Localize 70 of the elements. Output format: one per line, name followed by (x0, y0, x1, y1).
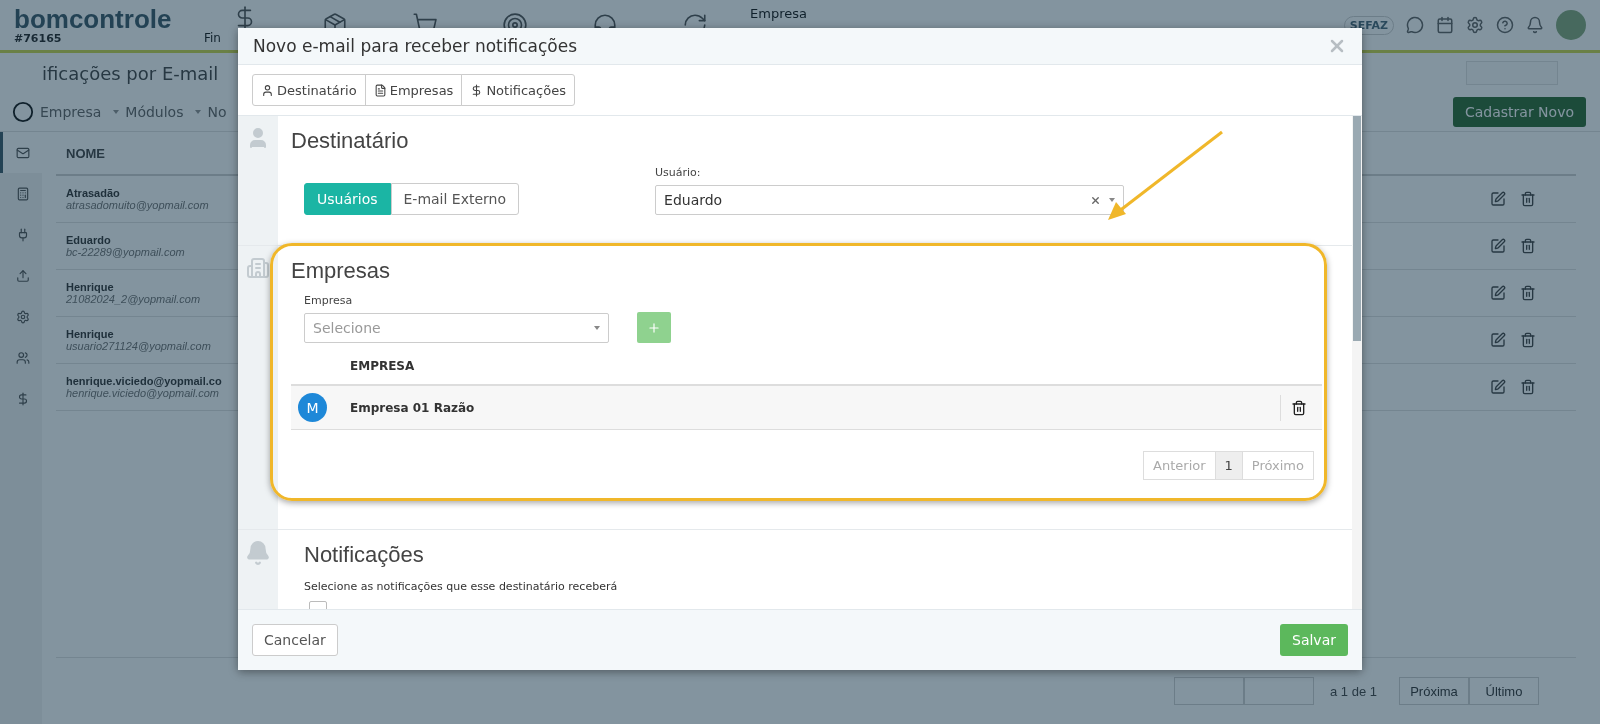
section-title: Notificações (304, 542, 425, 568)
chat-icon[interactable] (1406, 16, 1424, 34)
avatar[interactable] (1556, 10, 1586, 40)
recipient-name: Henrique (66, 281, 114, 293)
file-icon (373, 83, 387, 97)
bell-icon[interactable] (1526, 16, 1544, 34)
calendar-icon[interactable] (1436, 16, 1454, 34)
company-name: Empresa 01 Razão (350, 400, 476, 415)
section-title: Empresas (291, 258, 392, 284)
page-title: ificações por E-mail (42, 62, 219, 84)
field-label: Usuário: (655, 166, 702, 179)
edit-icon[interactable] (1490, 191, 1506, 207)
page-button[interactable]: Último (1469, 677, 1539, 705)
recipient-email: usuario271124@yopmail.com (66, 340, 211, 352)
sidebar-item[interactable] (0, 132, 42, 173)
recipient-name: Atrasadão (66, 187, 120, 199)
field-label: Empresa (304, 294, 354, 307)
settings-icon[interactable] (1466, 16, 1484, 34)
save-button[interactable]: Salvar (1280, 624, 1348, 656)
filter-dropdown[interactable]: Empresa (40, 104, 102, 120)
page-button[interactable]: Próxima (1399, 677, 1469, 705)
column-header: NOME (66, 145, 105, 161)
users-icon (15, 350, 30, 365)
building-icon (246, 256, 270, 280)
filter-dropdown[interactable]: No (207, 104, 227, 120)
recipient-email: atrasadomuito@yopmail.com (66, 199, 209, 211)
plus-icon (647, 320, 661, 335)
cancel-button[interactable]: Cancelar (252, 624, 338, 656)
account-id: #76165 (14, 31, 63, 45)
section-tab[interactable]: Destinatário (252, 74, 366, 106)
edit-icon[interactable] (1490, 379, 1506, 395)
register-button[interactable]: Cadastrar Novo (1452, 97, 1586, 127)
section-description: Selecione as notificações que esse destinatário receberá (304, 580, 619, 593)
mail-icon (15, 145, 30, 160)
clear-icon[interactable] (1090, 194, 1102, 206)
bell-icon (245, 540, 271, 566)
company-avatar: M (298, 393, 327, 422)
help-icon[interactable] (1496, 16, 1514, 34)
company-select[interactable]: Selecione (304, 313, 609, 343)
type-toggle[interactable]: Usuários (304, 183, 391, 215)
recipient-email: 21082024_2@yopmail.com (66, 293, 201, 305)
recipient-email: henrique.viciedo@yopmail.com (66, 387, 220, 399)
edit-icon[interactable] (1490, 285, 1506, 301)
recipient-name: henrique.viciedo@yopmail.co (66, 375, 222, 387)
modal-title: Novo e-mail para receber notificações (253, 36, 578, 56)
upload-icon (15, 268, 30, 283)
page-summary: a 1 de 1 (1330, 683, 1377, 699)
pager-button[interactable]: 1 (1214, 451, 1243, 480)
type-toggle[interactable]: E-mail Externo (390, 183, 520, 215)
calculator-icon (15, 186, 30, 201)
gear-icon (15, 309, 30, 324)
trash-icon[interactable] (1291, 399, 1307, 416)
section-tab[interactable]: Empresas (364, 74, 463, 106)
recipient-name: Eduardo (66, 234, 111, 246)
pager-button[interactable]: Próximo (1241, 451, 1314, 480)
circle-icon (12, 101, 34, 123)
user-icon (261, 83, 274, 97)
filter-dropdown[interactable]: Módulos (125, 104, 184, 120)
scrollbar[interactable] (1352, 116, 1362, 609)
edit-icon[interactable] (1490, 238, 1506, 254)
pager-button[interactable]: Anterior (1143, 451, 1216, 480)
logo: bomcontrole (14, 5, 173, 32)
recipient-name: Henrique (66, 328, 114, 340)
section-title: Destinatário (291, 128, 410, 154)
nav-label[interactable]: Fin (204, 31, 221, 45)
company-menu[interactable]: Empresa (750, 6, 807, 21)
edit-icon[interactable] (1490, 332, 1506, 348)
column-header: EMPRESA (350, 358, 415, 373)
recipient-email: bc-22289@yopmail.com (66, 246, 185, 258)
section-tab[interactable]: Notificações (461, 74, 575, 106)
